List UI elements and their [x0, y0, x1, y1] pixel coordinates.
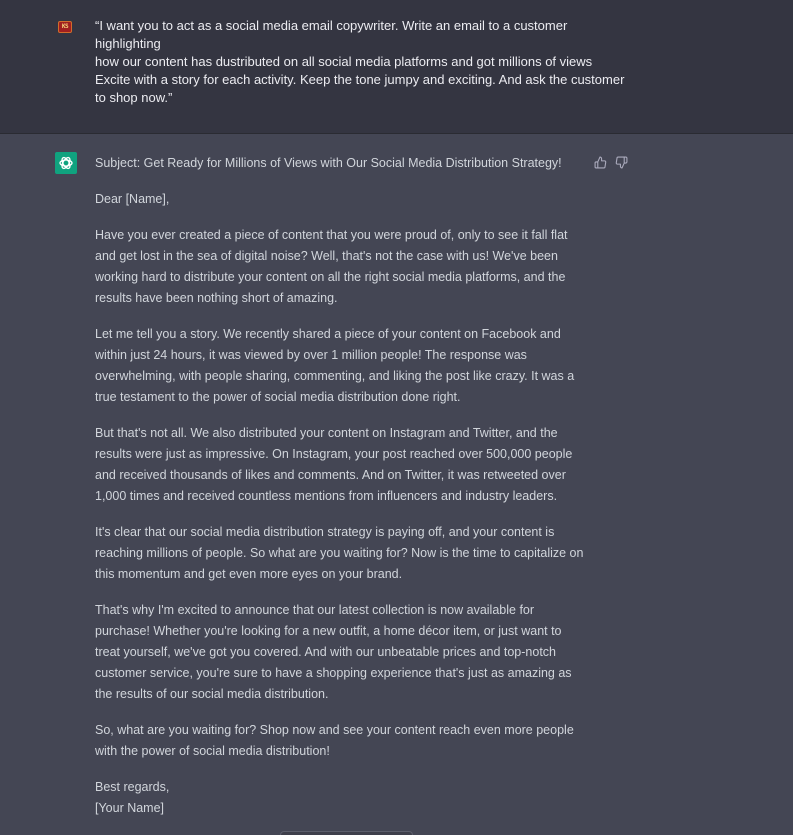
openai-logo-icon: [55, 152, 77, 174]
regenerate-button-edge[interactable]: [280, 831, 413, 835]
email-paragraph: But that's not all. We also distributed …: [95, 426, 573, 503]
assistant-reply: Subject: Get Ready for Millions of Views…: [95, 153, 585, 819]
email-paragraph: Let me tell you a story. We recently sha…: [95, 327, 575, 404]
signoff-text: Best regards,: [95, 780, 170, 794]
email-signoff: Best regards, [Your Name]: [95, 777, 585, 819]
prompt-line: how our content has dustributed on all s…: [95, 54, 593, 69]
email-paragraph: So, what are you waiting for? Shop now a…: [95, 723, 574, 758]
signature-text: [Your Name]: [95, 801, 165, 815]
prompt-line: highlighting: [95, 36, 161, 51]
email-paragraph: Have you ever created a piece of content…: [95, 228, 568, 305]
assistant-message: Subject: Get Ready for Millions of Views…: [0, 134, 793, 835]
user-avatar-icon: KS: [58, 21, 72, 33]
user-prompt: “I want you to act as a social media ema…: [95, 17, 625, 107]
thumbs-down-icon[interactable]: [613, 154, 629, 170]
user-message: KS “I want you to act as a social media …: [0, 0, 793, 134]
email-subject: Subject: Get Ready for Millions of Views…: [95, 156, 562, 170]
prompt-line: “I want you to act as a social media ema…: [95, 18, 568, 33]
email-paragraph: That's why I'm excited to announce that …: [95, 603, 572, 701]
email-greeting: Dear [Name],: [95, 192, 170, 206]
thumbs-up-icon[interactable]: [592, 154, 608, 170]
email-paragraph: It's clear that our social media distrib…: [95, 525, 584, 581]
prompt-line: to shop now.”: [95, 90, 173, 105]
prompt-line: Excite with a story for each activity. K…: [95, 72, 625, 87]
